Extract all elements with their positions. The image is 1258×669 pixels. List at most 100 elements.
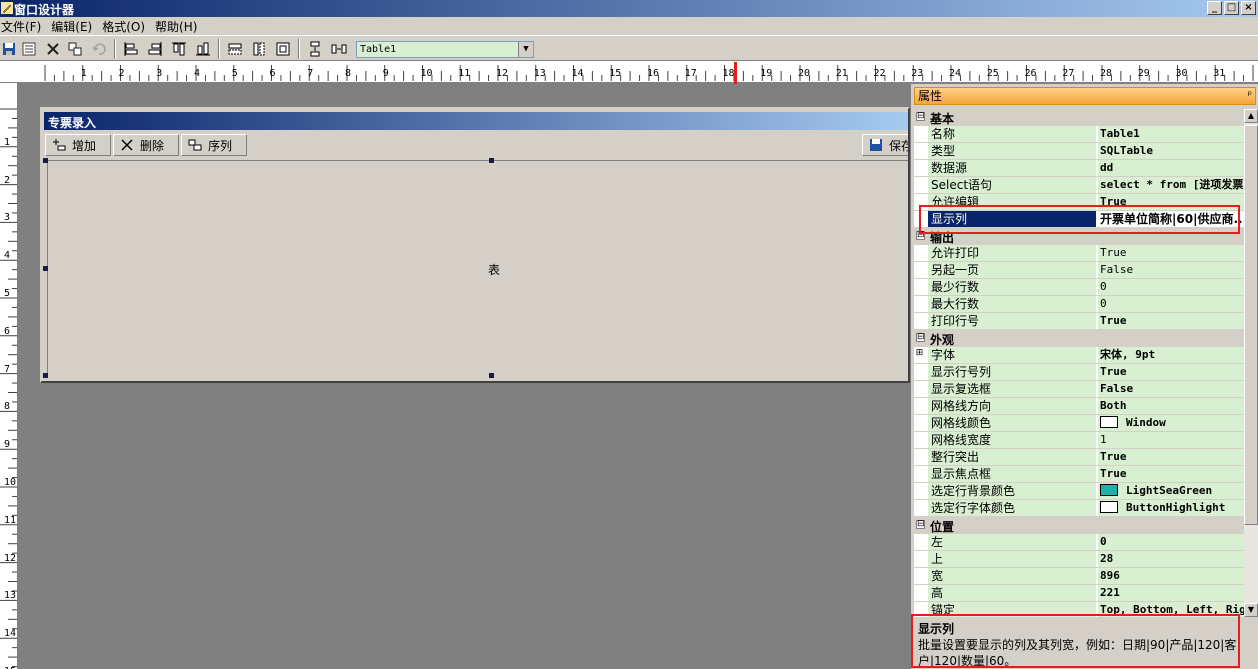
property-row[interactable]: 允许打印 True xyxy=(914,245,1244,262)
add-button[interactable]: 增加 xyxy=(45,134,111,156)
menu-format[interactable]: 格式(O) xyxy=(100,18,153,35)
scroll-down-icon[interactable]: ▼ xyxy=(1244,603,1258,617)
property-value[interactable]: 1 xyxy=(1098,432,1244,448)
property-value[interactable]: True xyxy=(1098,466,1244,482)
property-row[interactable]: 显示行号列 True xyxy=(914,364,1244,381)
properties-icon[interactable] xyxy=(20,40,38,58)
close-button[interactable]: × xyxy=(1241,1,1256,15)
property-row[interactable]: ⊞ 字体 宋体, 9pt xyxy=(914,347,1244,364)
property-value[interactable]: 0 xyxy=(1098,534,1244,550)
property-value[interactable]: 0 xyxy=(1098,296,1244,312)
align-left-icon[interactable] xyxy=(122,40,140,58)
property-row[interactable]: 选定行字体颜色 ButtonHighlight xyxy=(914,500,1244,517)
property-row[interactable]: Select语句 select * from [进项发票] xyxy=(914,177,1244,194)
save-icon[interactable] xyxy=(0,40,18,58)
delete-icon[interactable] xyxy=(44,40,62,58)
property-value[interactable]: 开票单位简称|60|供应商... xyxy=(1098,211,1244,227)
same-size-icon[interactable] xyxy=(274,40,292,58)
collapse-icon[interactable]: ⊟ xyxy=(916,520,925,529)
property-scrollbar[interactable]: ▲ ▼ xyxy=(1244,109,1258,617)
same-height-icon[interactable] xyxy=(250,40,268,58)
property-row[interactable]: 另起一页 False xyxy=(914,262,1244,279)
property-row[interactable]: 网格线颜色 Window xyxy=(914,415,1244,432)
property-row[interactable]: 最大行数 0 xyxy=(914,296,1244,313)
align-bottom-icon[interactable] xyxy=(194,40,212,58)
resize-handle[interactable] xyxy=(43,266,48,271)
property-value[interactable]: True xyxy=(1098,364,1244,380)
collapse-icon[interactable]: ⊟ xyxy=(916,231,925,240)
delete-row-button[interactable]: 删除 xyxy=(113,134,179,156)
property-category[interactable]: ⊟ 输出 xyxy=(914,228,1244,245)
property-row[interactable]: 打印行号 True xyxy=(914,313,1244,330)
property-row[interactable]: 上 28 xyxy=(914,551,1244,568)
scroll-thumb[interactable] xyxy=(1244,125,1258,525)
property-row[interactable]: 选定行背景颜色 LightSeaGreen xyxy=(914,483,1244,500)
property-value[interactable]: 221 xyxy=(1098,585,1244,601)
menu-file[interactable]: 文件(F) xyxy=(0,18,49,35)
property-row[interactable]: 显示焦点框 True xyxy=(914,466,1244,483)
maximize-button[interactable]: □ xyxy=(1224,1,1239,15)
align-right-icon[interactable] xyxy=(146,40,164,58)
align-top-icon[interactable] xyxy=(170,40,188,58)
property-category[interactable]: ⊟ 位置 xyxy=(914,517,1244,534)
property-row[interactable]: 左0 xyxy=(914,534,1244,551)
property-value[interactable]: False xyxy=(1098,262,1244,278)
resize-handle[interactable] xyxy=(43,158,48,163)
resize-handle[interactable] xyxy=(489,373,494,378)
property-value[interactable]: True xyxy=(1098,449,1244,465)
property-row[interactable]: 锚定 Top, Bottom, Left, Right xyxy=(914,602,1244,617)
property-value[interactable]: True xyxy=(1098,194,1244,210)
collapse-icon[interactable]: ⊟ xyxy=(916,112,925,121)
property-row[interactable]: 数据源 dd xyxy=(914,160,1244,177)
collapse-icon[interactable]: ⊟ xyxy=(916,333,925,342)
property-value[interactable]: Both xyxy=(1098,398,1244,414)
minimize-button[interactable]: _ xyxy=(1207,1,1222,15)
property-category[interactable]: ⊟ 外观 xyxy=(914,330,1244,347)
vertical-spacing-icon[interactable] xyxy=(306,40,324,58)
property-value[interactable]: 0 xyxy=(1098,279,1244,295)
pin-icon[interactable]: ᵖ xyxy=(1248,88,1252,104)
property-value[interactable]: ButtonHighlight xyxy=(1098,500,1244,516)
property-row[interactable]: 显示复选框 False xyxy=(914,381,1244,398)
property-value[interactable]: dd xyxy=(1098,160,1244,176)
same-width-icon[interactable] xyxy=(226,40,244,58)
property-row[interactable]: 高 221 xyxy=(914,585,1244,602)
designed-form[interactable]: 专票录入 增加 删除 序列 保存 表 xyxy=(40,107,910,383)
property-row[interactable]: 网格线宽度 1 xyxy=(914,432,1244,449)
resize-handle[interactable] xyxy=(43,373,48,378)
property-value[interactable]: 宋体, 9pt xyxy=(1098,347,1244,363)
expand-icon[interactable]: ⊞ xyxy=(915,349,924,359)
menu-edit[interactable]: 编辑(E) xyxy=(49,18,100,35)
property-row[interactable]: 网格线方向 Both xyxy=(914,398,1244,415)
property-row[interactable]: 整行突出 True xyxy=(914,449,1244,466)
resize-handle[interactable] xyxy=(489,158,494,163)
property-row[interactable]: 类型 SQLTable xyxy=(914,143,1244,160)
form-save-button[interactable]: 保存 xyxy=(862,134,908,156)
table-control[interactable]: 表 xyxy=(47,160,908,378)
property-row[interactable]: 最少行数 0 xyxy=(914,279,1244,296)
property-value[interactable]: select * from [进项发票] xyxy=(1098,177,1244,193)
chevron-down-icon[interactable]: ▼ xyxy=(518,42,533,57)
property-value[interactable]: True xyxy=(1098,245,1244,261)
property-value[interactable]: Top, Bottom, Left, Right xyxy=(1098,602,1244,617)
copy-icon[interactable] xyxy=(66,40,84,58)
property-row[interactable]: 允许编辑 True xyxy=(914,194,1244,211)
property-value[interactable]: Table1 xyxy=(1098,126,1244,142)
horizontal-spacing-icon[interactable] xyxy=(330,40,348,58)
property-row[interactable]: 宽 896 xyxy=(914,568,1244,585)
sequence-button[interactable]: 序列 xyxy=(181,134,247,156)
scroll-up-icon[interactable]: ▲ xyxy=(1244,109,1258,123)
undo-icon[interactable] xyxy=(90,40,108,58)
property-value[interactable]: False xyxy=(1098,381,1244,397)
property-row[interactable]: 名称 Table1 xyxy=(914,126,1244,143)
property-value[interactable]: 28 xyxy=(1098,551,1244,567)
property-value[interactable]: 896 xyxy=(1098,568,1244,584)
control-selector-combo[interactable]: Table1 ▼ xyxy=(356,41,534,58)
property-category[interactable]: ⊟ 基本 xyxy=(914,109,1244,126)
property-value[interactable]: SQLTable xyxy=(1098,143,1244,159)
property-value[interactable]: True xyxy=(1098,313,1244,329)
property-row[interactable]: 显示列 开票单位简称|60|供应商... xyxy=(914,211,1244,228)
property-value[interactable]: LightSeaGreen xyxy=(1098,483,1244,499)
menu-help[interactable]: 帮助(H) xyxy=(153,18,205,35)
property-value[interactable]: Window xyxy=(1098,415,1244,431)
